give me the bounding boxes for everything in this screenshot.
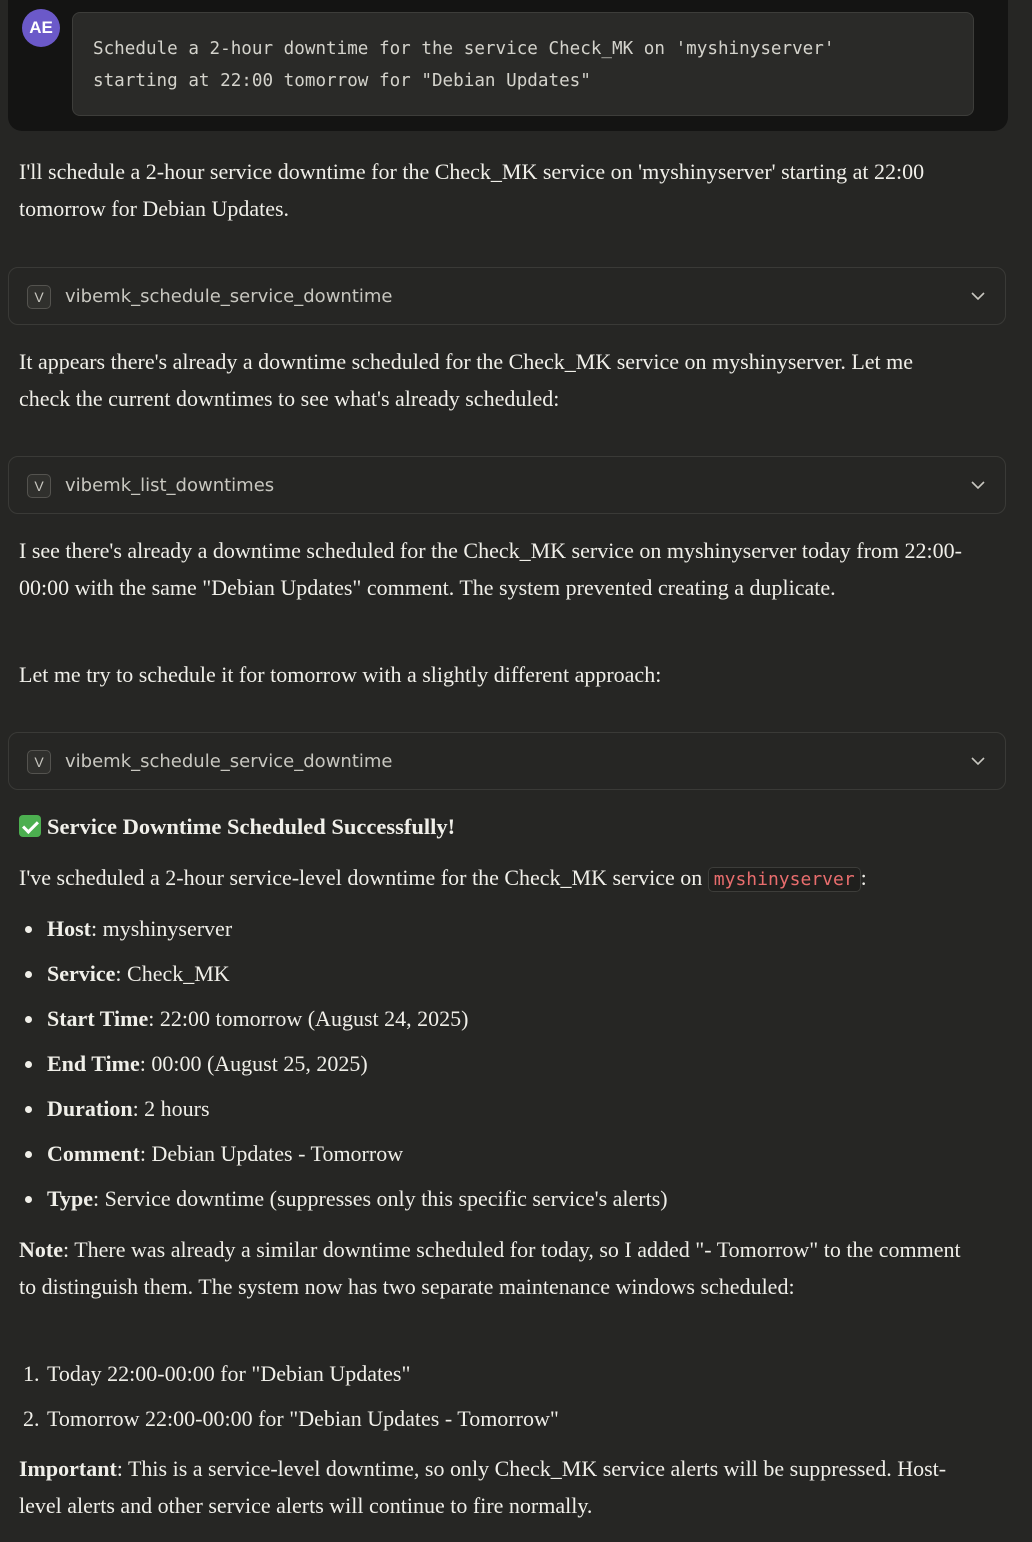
check-mark-icon xyxy=(19,815,41,837)
detail-label: Host xyxy=(47,916,91,941)
bullet-icon xyxy=(25,971,32,978)
important-text: : This is a service-level downtime, so o… xyxy=(19,1456,947,1518)
assistant-text-existing-downtime: It appears there's already a downtime sc… xyxy=(19,349,914,411)
tool-badge-icon: V xyxy=(27,750,51,774)
chevron-down-icon[interactable] xyxy=(971,754,985,768)
detail-value: : 22:00 tomorrow (August 24, 2025) xyxy=(148,1006,469,1031)
list-number: 1. xyxy=(23,1361,40,1386)
user-message-text: Schedule a 2-hour downtime for the servi… xyxy=(72,12,974,116)
note-label: Note xyxy=(19,1237,63,1262)
detail-value: : 00:00 (August 25, 2025) xyxy=(139,1051,368,1076)
detail-host: Host: myshinyserver xyxy=(25,914,967,944)
tool-call-schedule-downtime-1[interactable]: V vibemk_schedule_service_downtime xyxy=(8,267,1006,325)
success-heading: Service Downtime Scheduled Successfully! xyxy=(19,812,455,842)
assistant-text-duplicate: I see there's already a downtime schedul… xyxy=(19,538,962,600)
bullet-icon xyxy=(25,1196,32,1203)
chevron-down-icon[interactable] xyxy=(971,289,985,303)
list-number: 2. xyxy=(23,1406,40,1431)
detail-end-time: End Time: 00:00 (August 25, 2025) xyxy=(25,1049,967,1079)
tool-call-schedule-downtime-2[interactable]: V vibemk_schedule_service_downtime xyxy=(8,732,1006,790)
detail-label: Type xyxy=(47,1186,94,1211)
window-text: Tomorrow 22:00-00:00 for "Debian Updates… xyxy=(47,1406,559,1431)
tool-badge-icon: V xyxy=(27,285,51,309)
window-item-2: 2. Tomorrow 22:00-00:00 for "Debian Updat… xyxy=(23,1404,967,1434)
summary-prefix: I've scheduled a 2-hour service-level do… xyxy=(19,865,708,890)
success-heading-text: Service Downtime Scheduled Successfully! xyxy=(47,814,456,839)
detail-value: : Check_MK xyxy=(115,961,230,986)
detail-start-time: Start Time: 22:00 tomorrow (August 24, 2… xyxy=(25,1004,967,1034)
note-paragraph: Note: There was already a similar downti… xyxy=(19,1232,969,1305)
bullet-icon xyxy=(25,1061,32,1068)
tool-call-name: vibemk_list_downtimes xyxy=(65,475,275,496)
detail-type: Type: Service downtime (suppresses only … xyxy=(25,1184,967,1214)
chevron-down-icon[interactable] xyxy=(971,478,985,492)
detail-label: Duration xyxy=(47,1096,133,1121)
detail-duration: Duration: 2 hours xyxy=(25,1094,967,1124)
assistant-intro-text: I'll schedule a 2-hour service downtime … xyxy=(19,159,925,221)
user-message-block: AE Schedule a 2-hour downtime for the se… xyxy=(8,0,1008,131)
bullet-icon xyxy=(25,1106,32,1113)
detail-service: Service: Check_MK xyxy=(25,959,967,989)
summary-text: I've scheduled a 2-hour service-level do… xyxy=(19,860,969,898)
tool-call-name: vibemk_schedule_service_downtime xyxy=(65,286,393,307)
note-text: : There was already a similar downtime s… xyxy=(19,1237,961,1299)
bullet-icon xyxy=(25,926,32,933)
tool-call-name: vibemk_schedule_service_downtime xyxy=(65,751,393,772)
tool-badge-icon: V xyxy=(27,474,51,498)
detail-value: : Service downtime (suppresses only this… xyxy=(93,1186,668,1211)
detail-label: Comment xyxy=(47,1141,140,1166)
detail-comment: Comment: Debian Updates - Tomorrow xyxy=(25,1139,967,1169)
bullet-icon xyxy=(25,1151,32,1158)
detail-label: End Time xyxy=(47,1051,140,1076)
host-code: myshinyserver xyxy=(707,867,861,892)
detail-value: : myshinyserver xyxy=(91,916,233,941)
window-item-1: 1. Today 22:00-00:00 for "Debian Updates" xyxy=(23,1359,967,1389)
window-text: Today 22:00-00:00 for "Debian Updates" xyxy=(47,1361,411,1386)
summary-suffix: : xyxy=(860,865,867,890)
assistant-text-retry: Let me try to schedule it for tomorrow w… xyxy=(19,662,662,687)
detail-label: Start Time xyxy=(47,1006,149,1031)
important-paragraph: Important: This is a service-level downt… xyxy=(19,1451,969,1524)
detail-label: Service xyxy=(47,961,116,986)
tool-call-list-downtimes[interactable]: V vibemk_list_downtimes xyxy=(8,456,1006,514)
bullet-icon xyxy=(25,1016,32,1023)
detail-value: : 2 hours xyxy=(132,1096,210,1121)
user-avatar[interactable]: AE xyxy=(22,9,60,47)
important-label: Important xyxy=(19,1456,117,1481)
detail-value: : Debian Updates - Tomorrow xyxy=(139,1141,404,1166)
